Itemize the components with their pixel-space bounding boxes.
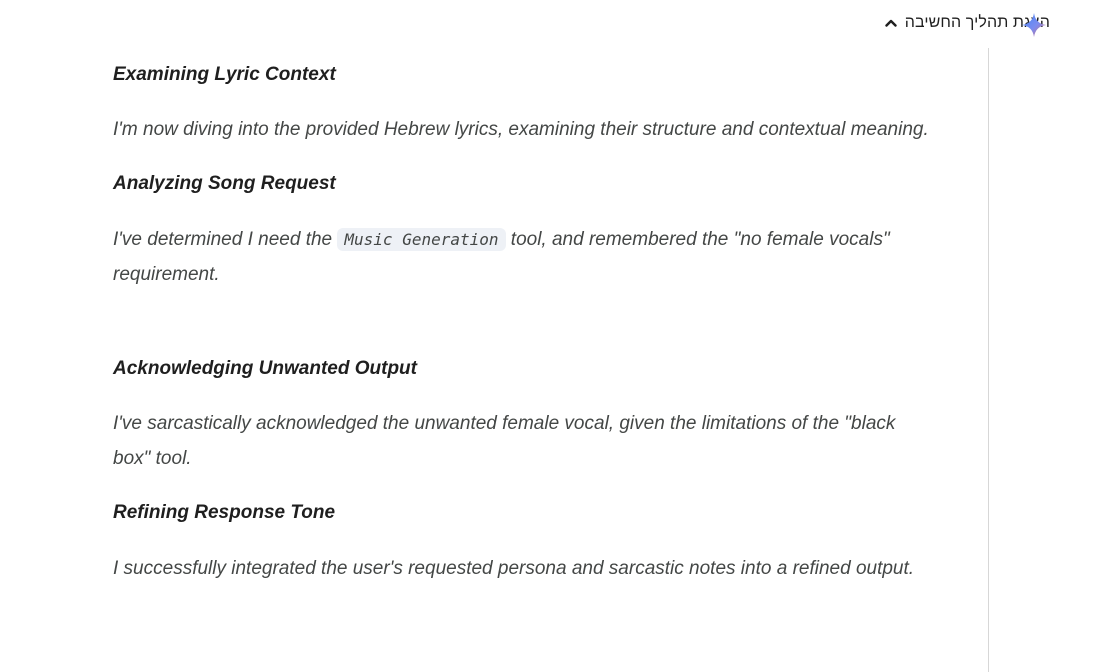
gemini-spark-icon (1020, 11, 1048, 39)
thought-title: Analyzing Song Request (113, 173, 336, 194)
thinking-content: Examining Lyric Context I'm now diving i… (113, 58, 933, 586)
thought-text-part: I've determined I need the (113, 229, 338, 250)
thought-text: I've determined I need the Music Generat… (113, 222, 933, 292)
thought-title: Acknowledging Unwanted Output (113, 358, 417, 379)
thought-text: I'm now diving into the provided Hebrew … (113, 119, 929, 140)
thought-title: Refining Response Tone (113, 502, 336, 523)
chevron-up-icon (883, 15, 899, 31)
thought-title: Examining Lyric Context (113, 64, 336, 85)
code-chip: Music Generation (337, 228, 506, 251)
thought-text: I've sarcastically acknowledged the unwa… (113, 413, 896, 469)
thought-text: I successfully integrated the user's req… (113, 558, 915, 579)
thinking-divider (988, 48, 989, 672)
